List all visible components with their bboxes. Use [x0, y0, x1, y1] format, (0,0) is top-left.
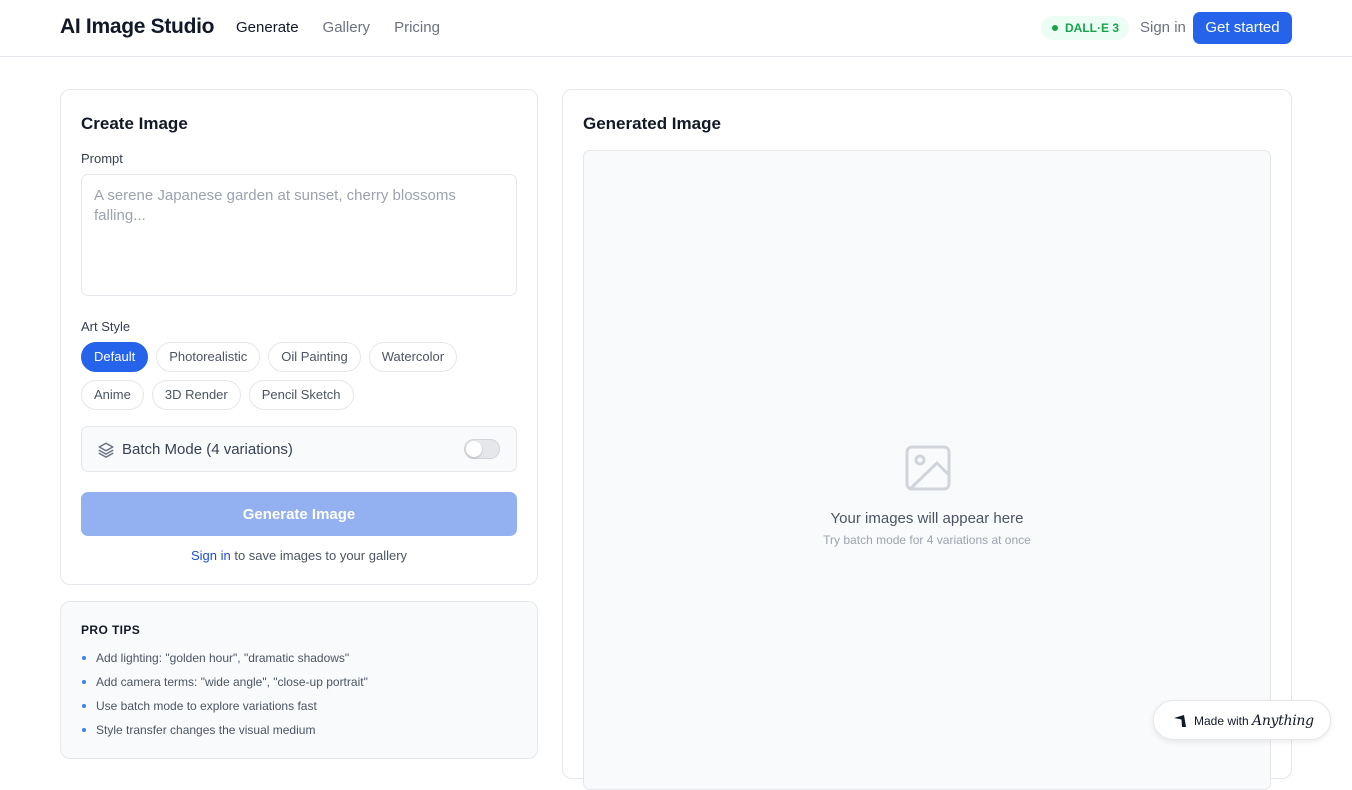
save-hint: Sign in to save images to your gallery	[61, 548, 537, 563]
toggle-knob	[466, 441, 482, 457]
create-image-panel: Create Image Prompt Art Style Default Ph…	[60, 89, 538, 585]
prompt-input[interactable]	[81, 174, 517, 296]
generated-image-panel: Generated Image Your images will appear …	[562, 89, 1292, 790]
list-item: Add lighting: "golden hour", "dramatic s…	[81, 650, 368, 674]
image-preview-area: Your images will appear here Try batch m…	[583, 150, 1271, 790]
model-badge-label: DALL·E 3	[1065, 21, 1119, 35]
status-dot-icon	[1052, 25, 1058, 31]
batch-mode-toggle[interactable]	[464, 439, 500, 459]
prompt-label: Prompt	[81, 151, 123, 166]
art-style-row-1: Default Photorealistic Oil Painting Wate…	[81, 342, 458, 372]
made-with-brand: Anything	[1252, 713, 1314, 729]
style-chip-oil-painting[interactable]: Oil Painting	[268, 342, 361, 372]
art-style-label: Art Style	[81, 319, 131, 334]
batch-mode-label: Batch Mode (4 variations)	[122, 441, 293, 458]
save-hint-sign-in-link[interactable]: Sign in	[191, 548, 231, 563]
main-nav: Generate Gallery Pricing	[236, 19, 440, 36]
brand-logo[interactable]: AI Image Studio	[60, 15, 214, 39]
style-chip-default[interactable]: Default	[81, 342, 149, 372]
generate-image-button[interactable]: Generate Image	[81, 492, 517, 536]
made-with-badge[interactable]: Made with Anything	[1153, 700, 1331, 740]
empty-state-subtitle: Try batch mode for 4 variations at once	[823, 533, 1031, 547]
anything-logo-icon	[1174, 715, 1186, 727]
layers-icon	[98, 442, 114, 458]
style-chip-pencil-sketch[interactable]: Pencil Sketch	[248, 380, 354, 410]
made-with-text: Made with Anything	[1194, 713, 1314, 729]
made-with-prefix: Made with	[1194, 714, 1253, 728]
list-item: Add camera terms: "wide angle", "close-u…	[81, 674, 368, 698]
nav-gallery[interactable]: Gallery	[323, 19, 371, 36]
style-chip-photorealistic[interactable]: Photorealistic	[156, 342, 261, 372]
list-item: Use batch mode to explore variations fas…	[81, 698, 368, 722]
art-style-row-2: Anime 3D Render Pencil Sketch	[81, 380, 354, 410]
sign-in-link[interactable]: Sign in	[1140, 19, 1186, 36]
generated-image-title: Generated Image	[583, 114, 721, 133]
top-nav-bar: AI Image Studio Generate Gallery Pricing…	[0, 0, 1352, 57]
pro-tips-title: PRO TIPS	[81, 623, 141, 637]
create-image-title: Create Image	[81, 114, 188, 133]
get-started-button[interactable]: Get started	[1193, 12, 1292, 44]
image-placeholder-icon	[905, 445, 951, 491]
style-chip-3d-render[interactable]: 3D Render	[151, 380, 241, 410]
pro-tips-panel: PRO TIPS Add lighting: "golden hour", "d…	[60, 601, 538, 759]
list-item: Style transfer changes the visual medium	[81, 722, 368, 746]
batch-mode-row: Batch Mode (4 variations)	[81, 426, 517, 472]
model-badge: DALL·E 3	[1041, 16, 1129, 40]
save-hint-text: to save images to your gallery	[230, 548, 408, 563]
nav-pricing[interactable]: Pricing	[394, 19, 440, 36]
style-chip-watercolor[interactable]: Watercolor	[368, 342, 458, 372]
style-chip-anime[interactable]: Anime	[81, 380, 144, 410]
empty-state-title: Your images will appear here	[830, 510, 1024, 527]
pro-tips-list: Add lighting: "golden hour", "dramatic s…	[81, 650, 368, 746]
nav-generate[interactable]: Generate	[236, 19, 299, 36]
